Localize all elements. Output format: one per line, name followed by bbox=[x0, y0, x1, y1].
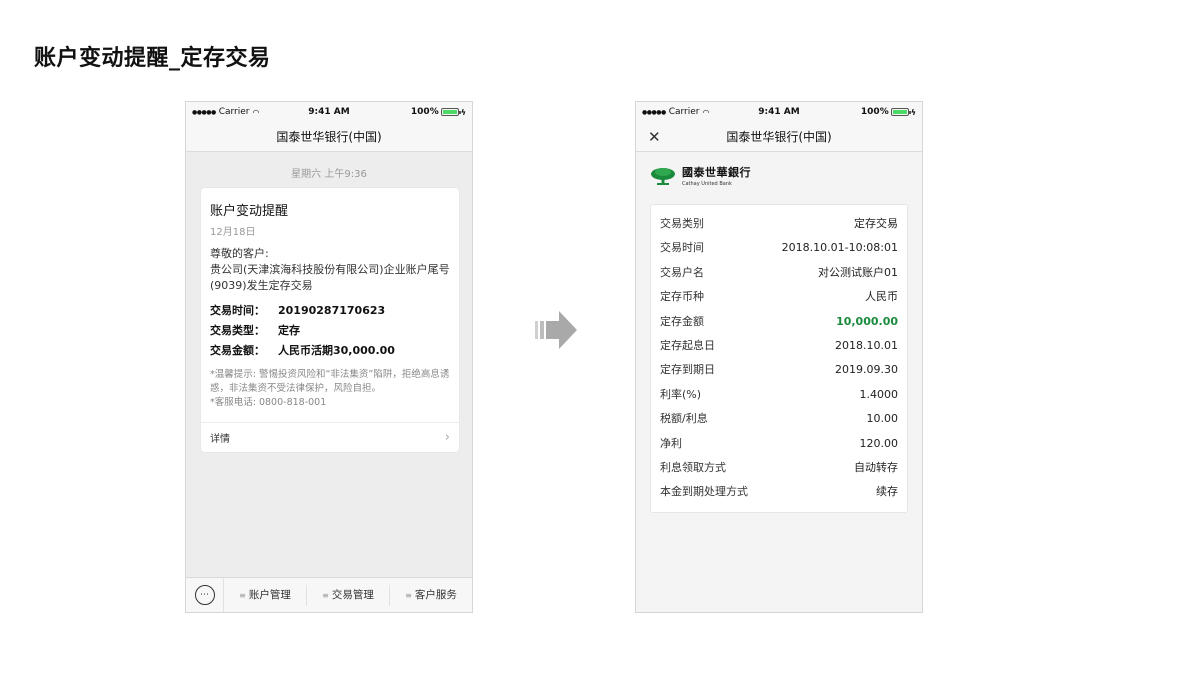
detail-value: 10.00 bbox=[866, 412, 899, 426]
wifi-icon: ◠ bbox=[702, 107, 710, 117]
detail-label: 详情 bbox=[210, 434, 230, 445]
detail-label: 定存币种 bbox=[660, 290, 704, 304]
detail-row: 定存金额 10,000.00 bbox=[660, 310, 898, 334]
keyboard-icon: ⋯ bbox=[194, 585, 215, 605]
bank-logo: 國泰世華銀行 Cathay United Bank bbox=[650, 164, 751, 187]
detail-row: 利息领取方式 自动转存 bbox=[660, 456, 898, 480]
detail-value: 人民币 bbox=[865, 290, 898, 304]
detail-row: 定存起息日 2018.10.01 bbox=[660, 334, 898, 358]
status-bar: ●●●●● Carrier ◠ 9:41 AM 100% ϟ bbox=[186, 102, 472, 122]
detail-value: 10,000.00 bbox=[836, 314, 898, 328]
detail-row: 交易户名 对公测试账户01 bbox=[660, 261, 898, 285]
detail-link[interactable]: 详情 › bbox=[201, 422, 459, 452]
message-timestamp: 星期六 上午9:36 bbox=[291, 169, 367, 180]
detail-label: 交易户名 bbox=[660, 265, 704, 279]
transaction-detail-card: 交易类别 定存交易交易时间 2018.10.01-10:08:01 交易户名 对公测试账… bbox=[650, 204, 908, 513]
detail-label: 本金到期处理方式 bbox=[660, 485, 748, 499]
battery-percent: 100% bbox=[410, 107, 439, 117]
detail-value: 续存 bbox=[876, 485, 898, 499]
arrow-right-icon bbox=[535, 311, 577, 349]
menu-list-icon: ≡ bbox=[405, 590, 412, 600]
wifi-icon: ◠ bbox=[252, 107, 260, 117]
detail-label: 税额/利息 bbox=[660, 412, 708, 426]
detail-row: 本金到期处理方式 续存 bbox=[660, 480, 898, 504]
detail-value: 2018.10.01-10:08:01 bbox=[781, 241, 898, 255]
detail-value: 120.00 bbox=[859, 436, 899, 450]
phone-detail-screen: ●●●●● Carrier ◠ 9:41 AM 100% ϟ ✕ 国泰世华银行(… bbox=[635, 101, 923, 613]
logo-chinese-name: 國泰世華銀行 bbox=[682, 166, 751, 179]
carrier-label: Carrier bbox=[668, 107, 700, 117]
detail-value: 1.4000 bbox=[859, 387, 899, 401]
detail-value: 自动转存 bbox=[854, 461, 898, 475]
nav-title: 国泰世华银行(中国) bbox=[726, 130, 832, 144]
menu-list-icon: ≡ bbox=[239, 590, 246, 600]
battery-percent: 100% bbox=[860, 107, 889, 117]
detail-label: 交易时间 bbox=[660, 241, 704, 255]
charging-icon: ϟ bbox=[910, 107, 916, 117]
message-card[interactable]: 账户变动提醒 12月18日 尊敬的客户: 贵公司(天津滨海科技股份有限公司)企业… bbox=[201, 188, 459, 452]
warning-note: *温馨提示: 警惕投资风险和“非法集资”陷阱，拒绝高息诱惑，非法集资不受法律保护… bbox=[210, 369, 450, 394]
nav-title: 国泰世华银行(中国) bbox=[276, 130, 382, 144]
detail-label: 利息领取方式 bbox=[660, 461, 726, 475]
detail-value: 对公测试账户01 bbox=[818, 265, 898, 279]
signal-icon: ●●●●● bbox=[192, 108, 216, 116]
bottom-menu-bar: ⋯ ≡ 账户管理 ≡ 交易管理 ≡ 客户服务 bbox=[186, 577, 472, 612]
detail-label: 交易类别 bbox=[660, 217, 704, 230]
nav-bar: 国泰世华银行(中国) bbox=[186, 122, 472, 152]
field-trade-type: 交易类型： 定存 bbox=[210, 324, 300, 337]
detail-row: 交易时间 2018.10.01-10:08:01 bbox=[660, 236, 898, 260]
detail-row: 交易类别 定存交易 bbox=[660, 212, 898, 236]
signal-icon: ●●●●● bbox=[642, 108, 666, 116]
logo-english-name: Cathay United Bank bbox=[682, 181, 732, 187]
detail-row: 利率(%) 1.4000 bbox=[660, 383, 898, 407]
battery-icon bbox=[890, 108, 911, 116]
detail-row: 定存币种 人民币 bbox=[660, 285, 898, 309]
menu-list-icon: ≡ bbox=[322, 590, 329, 600]
phone-message-screen: ●●●●● Carrier ◠ 9:41 AM 100% ϟ 国泰世华银行(中国… bbox=[185, 101, 473, 613]
message-greeting: 尊敬的客户: bbox=[210, 247, 269, 260]
tree-logo-icon bbox=[651, 167, 675, 185]
detail-label: 利率(%) bbox=[660, 387, 702, 401]
field-trade-amount: 交易金额： 人民币活期30,000.00 bbox=[210, 344, 395, 357]
detail-row: 定存到期日 2019.09.30 bbox=[660, 358, 898, 382]
detail-row: 税额/利息 10.00 bbox=[660, 407, 898, 431]
message-body: 贵公司(天津滨海科技股份有限公司)企业账户尾号(9039)发生定存交易 bbox=[210, 263, 450, 292]
menu-trade-management[interactable]: ≡ 交易管理 bbox=[307, 584, 390, 606]
menu-customer-service[interactable]: ≡ 客户服务 bbox=[390, 585, 472, 606]
chevron-right-icon: › bbox=[444, 430, 450, 445]
service-phone-note: *客服电话: 0800-818-001 bbox=[210, 397, 327, 408]
nav-bar: ✕ 国泰世华银行(中国) bbox=[636, 122, 922, 152]
field-trade-time: 交易时间： 20190287170623 bbox=[210, 304, 386, 317]
keyboard-toggle-button[interactable]: ⋯ bbox=[186, 577, 224, 612]
detail-value: 2019.09.30 bbox=[835, 363, 898, 377]
detail-label: 定存金额 bbox=[660, 314, 704, 328]
detail-value: 2018.10.01 bbox=[835, 339, 898, 353]
message-date: 12月18日 bbox=[210, 227, 256, 238]
status-bar: ●●●●● Carrier ◠ 9:41 AM 100% ϟ bbox=[636, 102, 922, 122]
close-icon[interactable]: ✕ bbox=[648, 128, 661, 146]
detail-label: 净利 bbox=[660, 436, 682, 450]
menu-account-management[interactable]: ≡ 账户管理 bbox=[224, 584, 307, 606]
detail-label: 定存到期日 bbox=[660, 363, 715, 377]
message-title: 账户变动提醒 bbox=[210, 204, 289, 219]
detail-value: 定存交易 bbox=[854, 217, 898, 230]
detail-row: 净利 120.00 bbox=[660, 432, 898, 456]
carrier-label: Carrier bbox=[218, 107, 250, 117]
battery-icon bbox=[440, 108, 461, 116]
detail-label: 定存起息日 bbox=[660, 339, 715, 353]
charging-icon: ϟ bbox=[460, 107, 466, 117]
page-title: 账户变动提醒_定存交易 bbox=[34, 46, 271, 71]
